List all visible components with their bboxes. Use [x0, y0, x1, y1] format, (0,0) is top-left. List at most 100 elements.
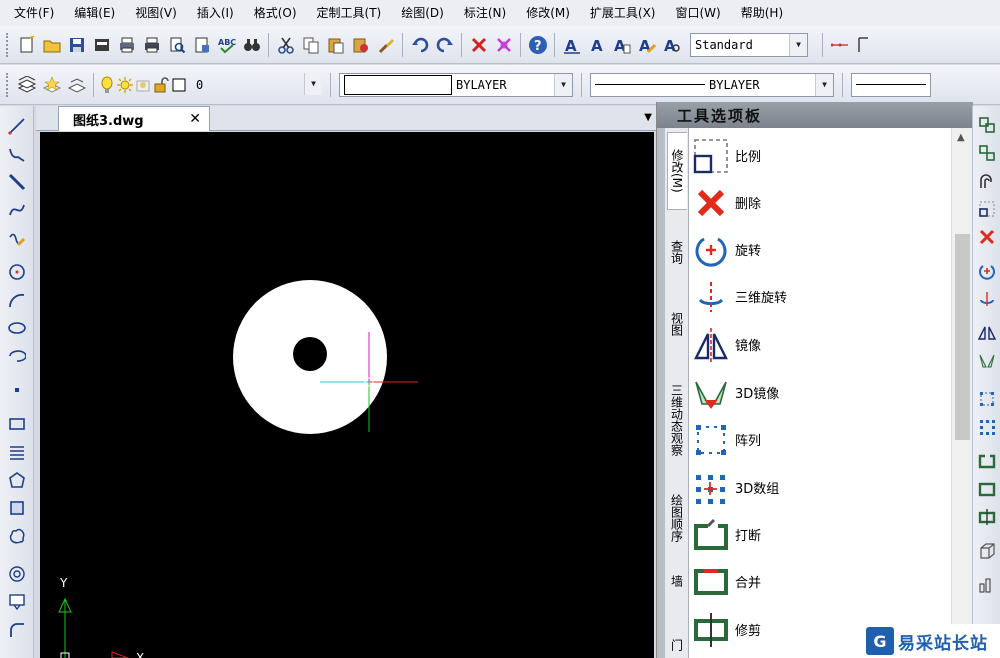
scroll-up-icon[interactable]: ▲	[957, 132, 965, 143]
paste-special-icon[interactable]	[349, 33, 372, 56]
polygon-icon[interactable]	[5, 468, 29, 492]
freehand-icon[interactable]	[5, 226, 29, 250]
palette-tab-view[interactable]: 视图	[667, 304, 687, 344]
palette-tab-3d-orbit[interactable]: 三维动态观察	[667, 374, 687, 466]
mirror-3d-icon[interactable]	[976, 350, 998, 372]
paste-icon[interactable]	[324, 33, 347, 56]
array-icon[interactable]	[976, 388, 998, 410]
document-tab[interactable]: 图纸3.dwg ✕	[58, 106, 210, 131]
menu-insert[interactable]: 插入(I)	[187, 0, 244, 26]
palette-tab-inquiry[interactable]: 查询	[667, 232, 687, 272]
layer-state-icon[interactable]	[40, 73, 63, 96]
undo-icon[interactable]	[408, 33, 431, 56]
layer-thaw-icon[interactable]	[117, 73, 133, 96]
erase-icon[interactable]	[976, 114, 998, 136]
palette-tab-draw-order[interactable]: 绘图顺序	[667, 486, 687, 550]
trim-icon[interactable]	[976, 506, 998, 528]
plot-icon[interactable]	[140, 33, 163, 56]
palette-item-rotate[interactable]: 旋转	[689, 226, 951, 273]
help-icon[interactable]: ?	[526, 33, 549, 56]
save-icon[interactable]	[65, 33, 88, 56]
chevron-down-icon[interactable]: ▼	[789, 33, 807, 56]
print-preview-icon[interactable]	[165, 33, 188, 56]
drawing-canvas[interactable]: Y X	[40, 132, 654, 658]
tab-list-chevron-icon[interactable]: ▼	[644, 112, 652, 123]
cut-icon[interactable]	[274, 33, 297, 56]
chevron-down-icon[interactable]: ▼	[554, 73, 572, 96]
menu-window[interactable]: 窗口(W)	[666, 0, 731, 26]
menu-dimension[interactable]: 标注(N)	[454, 0, 516, 26]
edit-text-icon[interactable]: A	[635, 33, 658, 56]
rotate-3d-icon[interactable]	[976, 288, 998, 310]
linear-dimension-icon[interactable]	[828, 33, 851, 56]
copy-icon[interactable]	[299, 33, 322, 56]
offset-icon[interactable]	[976, 170, 998, 192]
layer-color-icon[interactable]	[171, 73, 187, 96]
redo-icon[interactable]	[433, 33, 456, 56]
chevron-down-icon[interactable]: ▼	[304, 72, 322, 95]
toolbar-grip[interactable]	[6, 32, 10, 57]
menu-draw[interactable]: 绘图(D)	[391, 0, 454, 26]
circle-icon[interactable]	[5, 260, 29, 284]
publish-icon[interactable]	[90, 33, 113, 56]
array-3d-icon[interactable]	[976, 416, 998, 438]
hatch-icon[interactable]	[5, 440, 29, 464]
palette-item-break[interactable]: 打断	[689, 511, 951, 558]
rotate-icon[interactable]	[976, 260, 998, 282]
menu-modify[interactable]: 修改(M)	[516, 0, 580, 26]
menu-file[interactable]: 文件(F)	[4, 0, 64, 26]
chevron-down-icon[interactable]: ▼	[815, 73, 833, 96]
palette-item-scale[interactable]: 比例	[689, 132, 951, 179]
spell-check-icon[interactable]: ABC	[215, 33, 238, 56]
find-text-icon[interactable]: A	[660, 33, 683, 56]
rectangle-icon[interactable]	[5, 412, 29, 436]
toolbar-grip[interactable]	[6, 72, 10, 97]
palette-item-mirror[interactable]: 镜像	[689, 321, 951, 368]
find-icon[interactable]	[240, 33, 263, 56]
menu-format[interactable]: 格式(O)	[244, 0, 307, 26]
linetype-select[interactable]: BYLAYER ▼	[590, 72, 834, 97]
ellipse-arc-icon[interactable]	[5, 344, 29, 368]
multiline-text-icon[interactable]: A	[610, 33, 633, 56]
scale-icon[interactable]	[976, 198, 998, 220]
box-3d-icon[interactable]	[976, 540, 998, 562]
palette-item-mirror-3d[interactable]: 3D镜像	[689, 369, 951, 416]
menu-extend-tools[interactable]: 扩展工具(X)	[580, 0, 666, 26]
donut-icon[interactable]	[5, 562, 29, 586]
color-select[interactable]: BYLAYER ▼	[339, 72, 573, 97]
point-icon[interactable]	[5, 378, 29, 402]
palette-tab-modify[interactable]: 修改(M)	[667, 132, 687, 210]
menu-help[interactable]: 帮助(H)	[731, 0, 793, 26]
mirror-icon[interactable]	[976, 322, 998, 344]
layer-unlock-icon[interactable]	[153, 73, 169, 96]
fillet-icon[interactable]	[5, 618, 29, 642]
cancel-icon[interactable]	[467, 33, 490, 56]
text-style-select[interactable]: Standard ▼	[690, 32, 808, 57]
lineweight-select[interactable]	[851, 72, 931, 97]
spline-icon[interactable]	[5, 198, 29, 222]
page-setup-icon[interactable]	[190, 33, 213, 56]
layer-select[interactable]: 0 ▼	[192, 72, 322, 97]
line-icon[interactable]	[5, 114, 29, 138]
palette-item-erase[interactable]: 删除	[689, 179, 951, 226]
erase-x-icon[interactable]	[976, 226, 998, 248]
layer-vp-freeze-icon[interactable]	[135, 73, 151, 96]
text-style-icon[interactable]: A	[560, 33, 583, 56]
join-icon[interactable]	[976, 478, 998, 500]
block-icon[interactable]	[5, 590, 29, 614]
layer-previous-icon[interactable]	[65, 73, 88, 96]
close-icon[interactable]: ✕	[189, 111, 201, 127]
construction-line-icon[interactable]	[5, 170, 29, 194]
ellipse-icon[interactable]	[5, 316, 29, 340]
arc-icon[interactable]	[5, 288, 29, 312]
palette-item-join[interactable]: 合并	[689, 558, 951, 605]
palette-title[interactable]: 工具选项板	[657, 102, 973, 128]
match-properties-icon[interactable]	[374, 33, 397, 56]
palette-item-array[interactable]: 阵列	[689, 416, 951, 463]
menu-custom-tools[interactable]: 定制工具(T)	[307, 0, 392, 26]
new-file-icon[interactable]	[15, 33, 38, 56]
menu-edit[interactable]: 编辑(E)	[64, 0, 125, 26]
lengthen-icon[interactable]	[976, 574, 998, 596]
palette-title-strip[interactable]	[657, 128, 665, 658]
copy-object-icon[interactable]	[976, 142, 998, 164]
